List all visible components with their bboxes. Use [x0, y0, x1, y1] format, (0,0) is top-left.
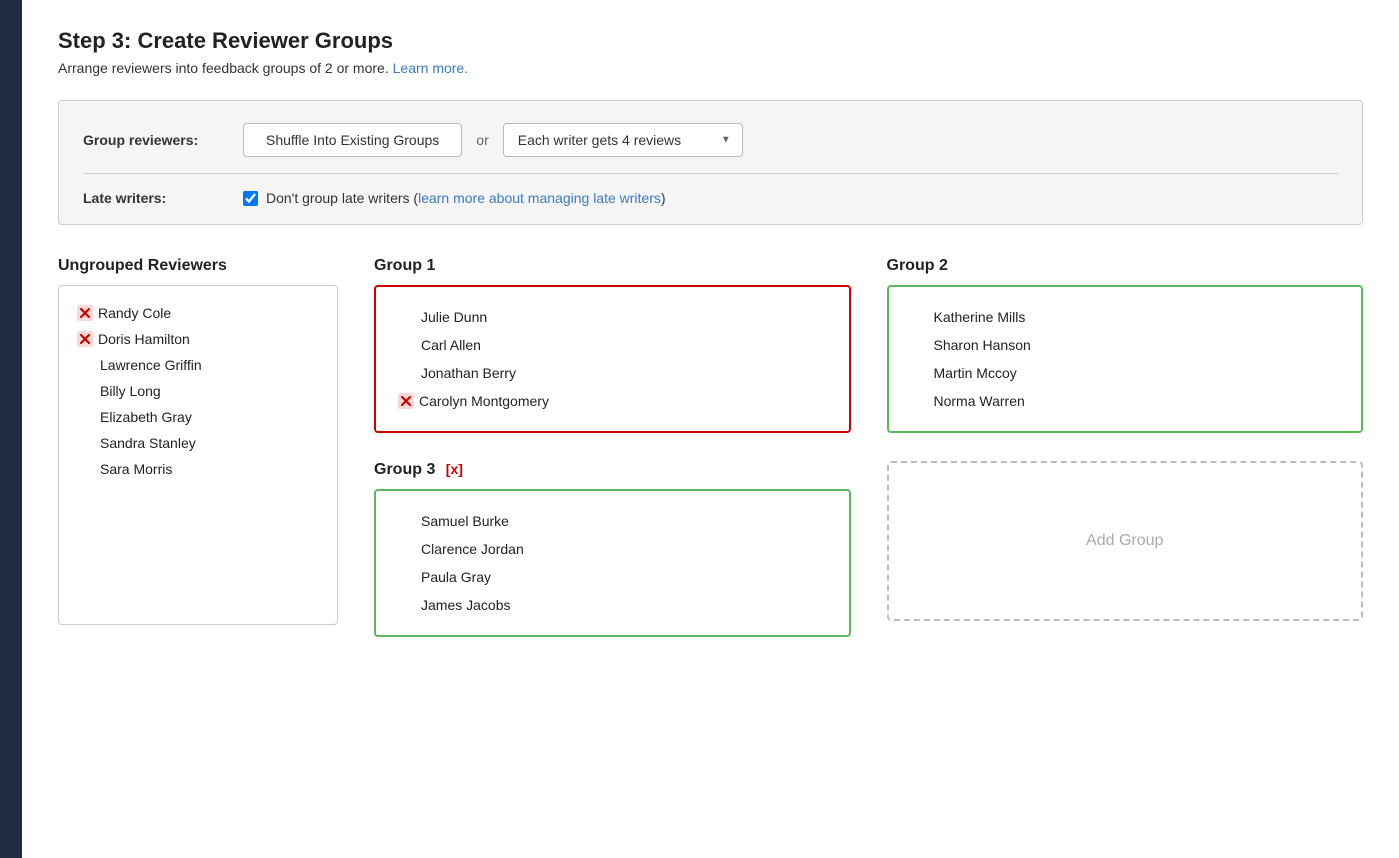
late-writers-row: Late writers: Don't group late writers (… [83, 190, 1338, 206]
member-name: Carl Allen [421, 337, 481, 353]
options-box: Group reviewers: Shuffle Into Existing G… [58, 100, 1363, 225]
reviews-select[interactable]: Each writer gets 1 review Each writer ge… [503, 123, 743, 157]
shuffle-button[interactable]: Shuffle Into Existing Groups [243, 123, 462, 157]
learn-more-link[interactable]: Learn more. [393, 60, 468, 76]
group2-block: Group 2 Katherine Mills Sharon Hanson Mart… [887, 257, 1364, 433]
center-groups: Group 1 Julie Dunn Carl Allen Jonathan Ber… [374, 257, 851, 637]
late-writers-link[interactable]: learn more about managing late writers [418, 190, 661, 206]
group1-title: Group 1 [374, 257, 851, 275]
list-item: Norma Warren [907, 387, 1344, 415]
or-text: or [476, 132, 488, 148]
subtitle-text: Arrange reviewers into feedback groups o… [58, 60, 393, 76]
member-name: Katherine Mills [934, 309, 1026, 325]
list-item: Clarence Jordan [394, 535, 831, 563]
sidebar [0, 0, 22, 858]
group-reviewers-label: Group reviewers: [83, 132, 243, 148]
group-reviewers-row: Group reviewers: Shuffle Into Existing G… [83, 123, 1338, 157]
group2-title-text: Group 2 [887, 257, 948, 274]
group1-title-text: Group 1 [374, 257, 435, 274]
late-text-before: Don't group late writers ( [266, 190, 418, 206]
group3-title-text: Group 3 [374, 461, 440, 478]
list-item: Carl Allen [394, 331, 831, 359]
main-content: Step 3: Create Reviewer Groups Arrange r… [22, 0, 1399, 858]
divider [83, 173, 1338, 174]
group3-block: Group 3 [x] Samuel Burke Clarence Jordan P… [374, 461, 851, 637]
list-item: Jonathan Berry [394, 359, 831, 387]
group3-delete-link[interactable]: [x] [446, 461, 463, 477]
member-name: Julie Dunn [421, 309, 487, 325]
late-writers-label: Late writers: [83, 190, 243, 206]
member-name: Elizabeth Gray [100, 409, 192, 425]
member-name: Norma Warren [934, 393, 1025, 409]
group1-box: Julie Dunn Carl Allen Jonathan Berry Carol… [374, 285, 851, 433]
member-name: Jonathan Berry [421, 365, 516, 381]
group3-title: Group 3 [x] [374, 461, 851, 479]
page-subtitle: Arrange reviewers into feedback groups o… [58, 60, 1363, 76]
group1-block: Group 1 Julie Dunn Carl Allen Jonathan Ber… [374, 257, 851, 433]
list-item: Randy Cole [73, 300, 323, 326]
ungrouped-title: Ungrouped Reviewers [58, 257, 338, 275]
add-group-box[interactable]: Add Group [887, 461, 1364, 621]
groups-area: Ungrouped Reviewers Randy Cole Doris Ham… [58, 257, 1363, 637]
list-item: Elizabeth Gray [73, 404, 323, 430]
list-item: Paula Gray [394, 563, 831, 591]
group2-box: Katherine Mills Sharon Hanson Martin Mccoy… [887, 285, 1364, 433]
member-name: Billy Long [100, 383, 161, 399]
late-writers-text: Don't group late writers (learn more abo… [266, 190, 666, 206]
right-groups: Group 2 Katherine Mills Sharon Hanson Mart… [887, 257, 1364, 621]
member-name: Lawrence Griffin [100, 357, 202, 373]
group2-title: Group 2 [887, 257, 1364, 275]
member-name: Martin Mccoy [934, 365, 1017, 381]
list-item: Sandra Stanley [73, 430, 323, 456]
list-item: Martin Mccoy [907, 359, 1344, 387]
member-name: Sara Morris [100, 461, 172, 477]
list-item: Samuel Burke [394, 507, 831, 535]
member-name: Carolyn Montgomery [419, 393, 549, 409]
member-name: James Jacobs [421, 597, 510, 613]
late-text-after: ) [661, 190, 666, 206]
late-writers-checkbox[interactable] [243, 191, 258, 206]
list-item: Sara Morris [73, 456, 323, 482]
member-name: Randy Cole [98, 305, 171, 321]
list-item: Katherine Mills [907, 303, 1344, 331]
member-name: Sandra Stanley [100, 435, 196, 451]
reviews-select-wrapper[interactable]: Each writer gets 1 review Each writer ge… [503, 123, 743, 157]
list-item: Billy Long [73, 378, 323, 404]
list-item: Doris Hamilton [73, 326, 323, 352]
list-item: Carolyn Montgomery [394, 387, 831, 415]
list-item: Lawrence Griffin [73, 352, 323, 378]
list-item: Julie Dunn [394, 303, 831, 331]
member-name: Sharon Hanson [934, 337, 1031, 353]
ungrouped-box: Randy Cole Doris Hamilton Lawrence Griffi… [58, 285, 338, 625]
member-name: Paula Gray [421, 569, 491, 585]
group3-box: Samuel Burke Clarence Jordan Paula Gray Jam… [374, 489, 851, 637]
member-name: Doris Hamilton [98, 331, 190, 347]
ungrouped-section: Ungrouped Reviewers Randy Cole Doris Ham… [58, 257, 338, 625]
add-group-label: Add Group [1086, 532, 1163, 550]
list-item: James Jacobs [394, 591, 831, 619]
member-name: Samuel Burke [421, 513, 509, 529]
member-name: Clarence Jordan [421, 541, 524, 557]
list-item: Sharon Hanson [907, 331, 1344, 359]
page-title: Step 3: Create Reviewer Groups [58, 28, 1363, 54]
